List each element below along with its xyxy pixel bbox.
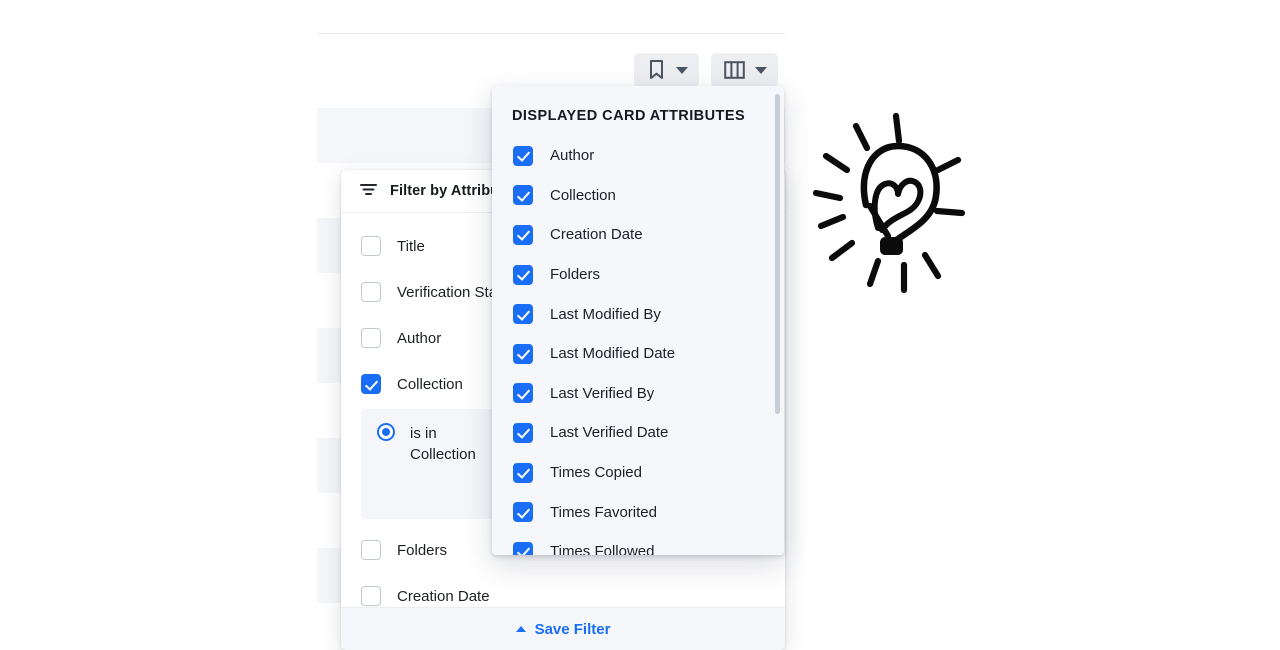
filter-checkbox[interactable] <box>361 586 381 606</box>
bookmark-button[interactable] <box>634 53 699 87</box>
filter-checkbox[interactable] <box>361 374 381 394</box>
vertical-scrollbar[interactable] <box>775 94 780 414</box>
attribute-checkbox[interactable] <box>513 422 533 443</box>
filter-row-label: Author <box>397 329 442 347</box>
collection-condition-option[interactable]: is in Collection <box>361 423 502 465</box>
chevron-down-icon <box>676 66 688 74</box>
attribute-checkbox[interactable] <box>513 502 533 523</box>
attribute-item-folders[interactable]: Folders <box>492 255 784 295</box>
attribute-label: Times Favorited <box>550 503 657 521</box>
displayed-card-attributes-menu: DISPLAYED CARD ATTRIBUTES Author Collect… <box>492 86 784 555</box>
filter-checkbox[interactable] <box>361 236 381 256</box>
attribute-item-author[interactable]: Author <box>492 136 784 176</box>
attribute-label: Times Followed <box>550 543 655 555</box>
attribute-checkbox[interactable] <box>513 185 533 206</box>
filter-checkbox[interactable] <box>361 540 381 560</box>
attribute-checkbox[interactable] <box>513 343 533 364</box>
attributes-list: Author Collection Creation Date Folders … <box>492 130 784 555</box>
attribute-label: Last Modified By <box>550 305 661 323</box>
page-divider <box>317 33 785 34</box>
attribute-item-last-modified-date[interactable]: Last Modified Date <box>492 334 784 374</box>
attribute-checkbox[interactable] <box>513 264 533 285</box>
filter-checkbox[interactable] <box>361 328 381 348</box>
save-filter-button[interactable]: Save Filter <box>341 607 785 650</box>
radio-is-in-collection[interactable] <box>377 423 395 441</box>
attribute-item-collection[interactable]: Collection <box>492 176 784 216</box>
bookmark-icon <box>647 59 666 81</box>
attribute-label: Last Modified Date <box>550 345 676 363</box>
attribute-item-last-verified-date[interactable]: Last Verified Date <box>492 413 784 453</box>
attribute-checkbox[interactable] <box>513 383 533 404</box>
attribute-item-times-copied[interactable]: Times Copied <box>492 453 784 493</box>
screen: Filter by Attribute Title Verification S… <box>0 0 1280 650</box>
filter-checkbox[interactable] <box>361 282 381 302</box>
filter-row-label: Collection <box>397 375 463 393</box>
attribute-item-creation-date[interactable]: Creation Date <box>492 215 784 255</box>
attributes-menu-title: DISPLAYED CARD ATTRIBUTES <box>512 108 746 124</box>
attribute-label: Last Verified Date <box>550 424 669 442</box>
attribute-label: Times Copied <box>550 464 642 482</box>
attribute-label: Last Verified By <box>550 384 655 402</box>
attribute-item-times-followed[interactable]: Times Followed <box>492 532 784 555</box>
columns-button[interactable] <box>711 53 778 87</box>
lightbulb-with-heart-doodle <box>812 108 978 294</box>
attribute-item-last-verified-by[interactable]: Last Verified By <box>492 374 784 414</box>
attribute-item-last-modified-by[interactable]: Last Modified By <box>492 294 784 334</box>
attribute-checkbox[interactable] <box>513 304 533 325</box>
save-filter-label: Save Filter <box>534 620 611 638</box>
attribute-label: Creation Date <box>550 226 643 244</box>
chevron-down-icon <box>755 66 767 74</box>
chevron-up-icon <box>515 626 526 632</box>
filter-row-label: Title <box>397 237 425 255</box>
columns-icon <box>724 60 745 80</box>
attribute-label: Folders <box>550 266 601 284</box>
collection-condition-label: is in Collection <box>410 425 476 463</box>
attribute-checkbox[interactable] <box>513 145 533 166</box>
filter-icon <box>360 183 377 200</box>
attribute-checkbox[interactable] <box>513 462 533 483</box>
filter-row-label: Creation Date <box>397 587 490 605</box>
attribute-item-times-favorited[interactable]: Times Favorited <box>492 492 784 532</box>
filter-row-label: Folders <box>397 541 448 559</box>
attribute-checkbox[interactable] <box>513 541 533 555</box>
attribute-checkbox[interactable] <box>513 224 533 245</box>
attribute-label: Collection <box>550 186 616 204</box>
attribute-label: Author <box>550 147 595 165</box>
toolbar <box>634 53 778 87</box>
